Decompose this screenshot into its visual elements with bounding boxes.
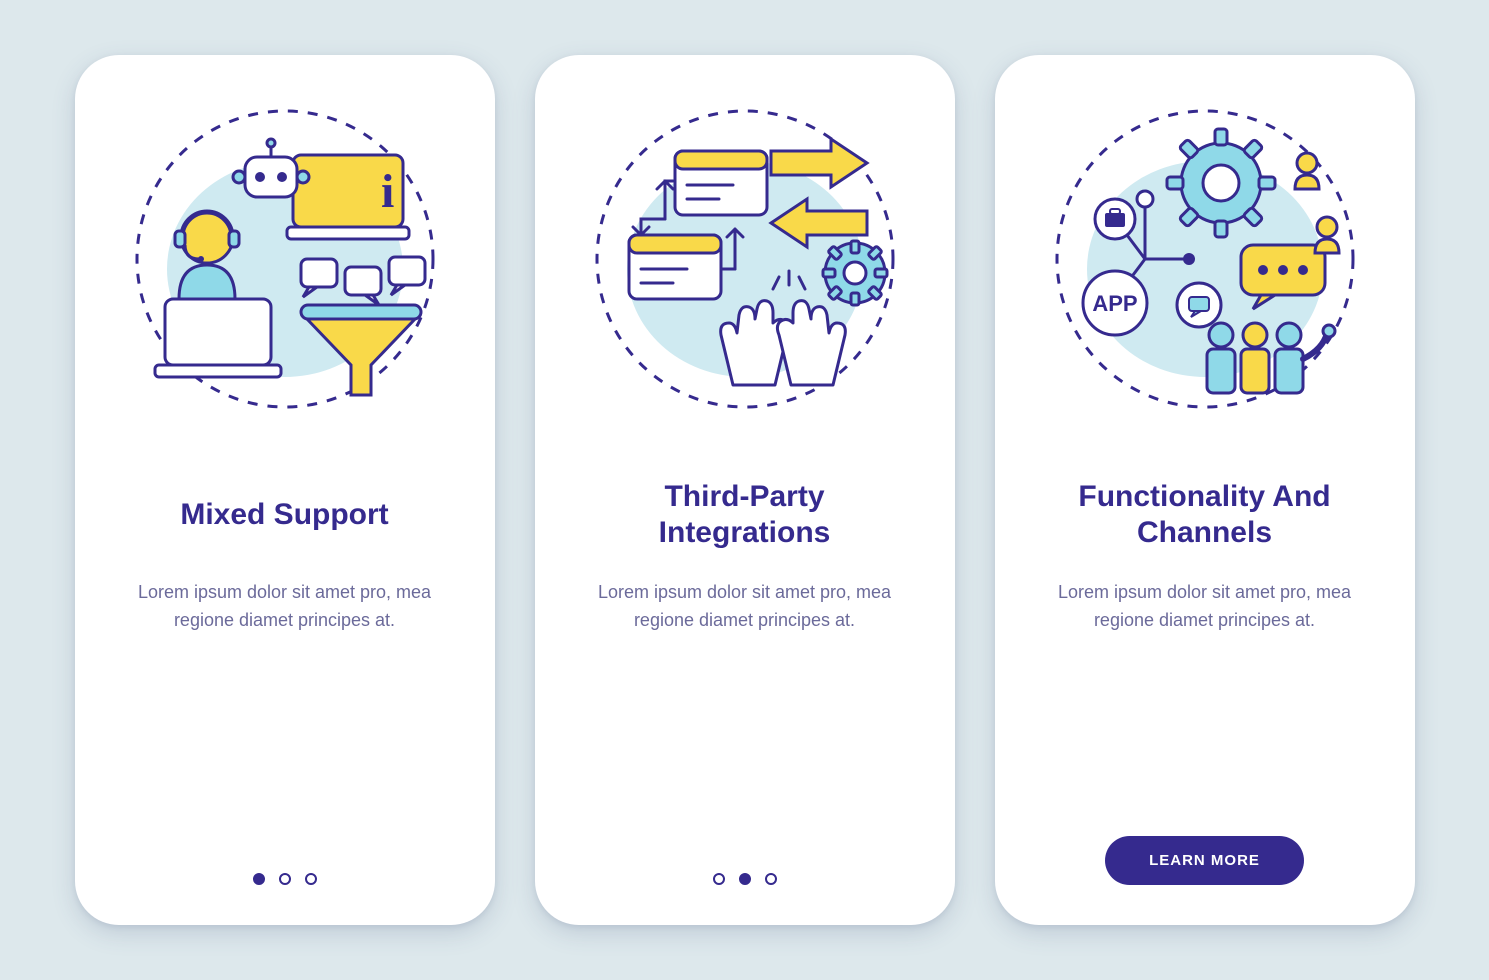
dot-1[interactable] <box>253 873 265 885</box>
cta-area: LEARN MORE <box>995 836 1415 885</box>
pagination-dots <box>75 873 495 885</box>
card-title: Functionality And Channels <box>1035 479 1375 551</box>
card-title: Mixed Support <box>180 479 388 551</box>
dot-3[interactable] <box>765 873 777 885</box>
onboarding-card-mixed-support: i <box>75 55 495 925</box>
third-party-illustration <box>585 99 905 419</box>
card-description: Lorem ipsum dolor sit amet pro, mea regi… <box>585 579 905 635</box>
functionality-illustration: APP <box>1045 99 1365 419</box>
app-bubble-text: APP <box>1092 291 1137 316</box>
learn-more-button[interactable]: LEARN MORE <box>1105 836 1304 885</box>
dot-3[interactable] <box>305 873 317 885</box>
dot-2[interactable] <box>279 873 291 885</box>
pagination-dots <box>535 873 955 885</box>
onboarding-card-third-party: Third-Party Integrations Lorem ipsum dol… <box>535 55 955 925</box>
mixed-support-illustration: i <box>125 99 445 419</box>
onboarding-card-functionality: APP <box>995 55 1415 925</box>
dot-1[interactable] <box>713 873 725 885</box>
card-title: Third-Party Integrations <box>575 479 915 551</box>
card-description: Lorem ipsum dolor sit amet pro, mea regi… <box>125 579 445 635</box>
svg-text:i: i <box>381 165 394 218</box>
card-description: Lorem ipsum dolor sit amet pro, mea regi… <box>1045 579 1365 635</box>
dot-2[interactable] <box>739 873 751 885</box>
